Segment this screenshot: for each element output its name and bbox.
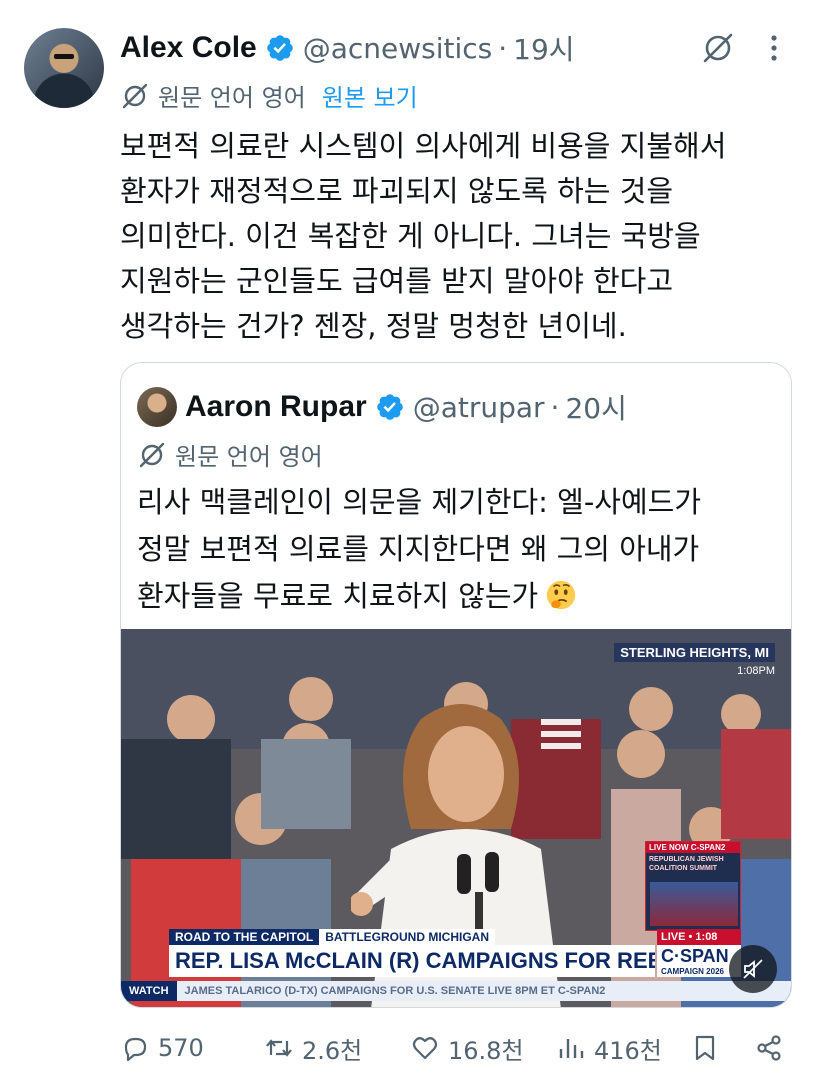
bookmark-button[interactable] xyxy=(690,1028,728,1068)
repost-button[interactable]: 2.6천 xyxy=(264,1028,362,1068)
quoted-line: 정말 보편적 의료를 지지한다면 왜 그의 아내가 xyxy=(137,532,700,566)
quoted-author-handle[interactable]: @atrupar xyxy=(413,391,545,424)
more-options-icon[interactable] xyxy=(760,32,788,64)
tweet-line: 보편적 의료란 시스템이 의사에게 비용을 지불해서 xyxy=(120,129,727,163)
separator-dot: · xyxy=(498,31,508,65)
verified-badge-icon xyxy=(266,35,293,61)
thinking-face-emoji-icon xyxy=(547,580,576,610)
author-avatar[interactable] xyxy=(24,28,104,108)
quoted-translation-label: 원문 언어 영어 xyxy=(175,443,323,471)
live-indicator: LIVE • 1:08 xyxy=(657,929,741,945)
quoted-tweet-text: 리사 맥클레인이 의문을 제기한다: 엘-사예드가 정말 보편적 의료를 지지한… xyxy=(137,479,777,620)
pip-live-label: LIVE NOW C-SPAN2 xyxy=(646,842,740,853)
tweet-text: 보편적 의료란 시스템이 의사에게 비용을 지불해서 환자가 재정적으로 파괴되… xyxy=(120,124,800,349)
location-time: 1:08PM xyxy=(614,665,775,677)
tweet-line: 환자가 재정적으로 파괴되지 않도록 하는 것을 xyxy=(120,174,674,208)
author-handle[interactable]: @acnewsitics xyxy=(303,32,493,65)
repost-count: 2.6천 xyxy=(302,1036,363,1065)
show-original-link[interactable]: 원본 보기 xyxy=(322,78,418,113)
tweet-header: Alex Cole @acnewsitics · 19시 xyxy=(120,28,575,68)
share-icon xyxy=(757,1035,781,1061)
separator-dot: · xyxy=(550,390,560,424)
news-ticker: WATCH JAMES TALARICO (D-TX) CAMPAIGNS FO… xyxy=(121,981,791,1001)
bookmark-icon xyxy=(695,1035,715,1061)
like-count: 16.8천 xyxy=(448,1036,524,1065)
views-button[interactable]: 416천 xyxy=(556,1028,662,1068)
quoted-author-avatar[interactable] xyxy=(137,387,177,427)
post-time[interactable]: 19시 xyxy=(513,28,574,68)
grok-icon[interactable] xyxy=(700,30,736,66)
embedded-video[interactable]: STERLING HEIGHTS, MI 1:08PM LIVE NOW C-S… xyxy=(121,629,791,1007)
quoted-line: 환자들을 무료로 치료하지 않는가 xyxy=(137,579,539,613)
heart-icon xyxy=(412,1037,438,1060)
chyron-top-bar: ROAD TO THE CAPITOL BATTLEGROUND MICHIGA… xyxy=(169,929,655,945)
ticker-label: WATCH xyxy=(121,981,177,1001)
author-name[interactable]: Alex Cole xyxy=(120,31,257,65)
quoted-post-time[interactable]: 20시 xyxy=(565,387,626,427)
quoted-tweet-card[interactable]: Aaron Rupar @atrupar · 20시 원문 언어 영어 리사 맥… xyxy=(120,362,792,1008)
location-tag: STERLING HEIGHTS, MI 1:08PM xyxy=(614,643,775,677)
pip-title: REPUBLICAN JEWISH COALITION SUMMIT xyxy=(649,856,724,872)
repost-icon xyxy=(266,1039,292,1057)
ticker-text: JAMES TALARICO (D-TX) CAMPAIGNS FOR U.S.… xyxy=(184,985,606,997)
translate-icon xyxy=(122,83,148,108)
tweet-line: 지원하는 군인들도 급여를 받지 말아야 한다고 xyxy=(120,264,674,298)
quoted-translation-row: 원문 언어 영어 xyxy=(137,437,323,472)
quoted-line-with-emoji: 환자들을 무료로 치료하지 않는가 xyxy=(137,573,777,620)
translation-label: 원문 언어 영어 xyxy=(158,84,306,112)
chyron-section-a: ROAD TO THE CAPITOL xyxy=(169,929,320,945)
reply-count: 570 xyxy=(158,1034,204,1062)
tweet-line: 의미한다. 이건 복잡한 게 아니다. 그녀는 국방을 xyxy=(120,219,701,253)
network-sub: CAMPAIGN 2026 xyxy=(661,967,724,976)
location-city: STERLING HEIGHTS, MI xyxy=(614,643,775,662)
tweet-line: 생각하는 건가? 젠장, 정말 멍청한 년이네. xyxy=(120,309,627,343)
lower-third-chyron: ROAD TO THE CAPITOL BATTLEGROUND MICHIGA… xyxy=(169,929,741,977)
quoted-tweet-header: Aaron Rupar @atrupar · 20시 xyxy=(185,387,627,427)
share-button[interactable] xyxy=(754,1028,792,1068)
translate-icon xyxy=(139,442,165,467)
views-count: 416천 xyxy=(594,1036,662,1065)
translation-row: 원문 언어 영어 원본 보기 xyxy=(120,78,418,113)
network-name: C·SPAN xyxy=(661,946,729,966)
reply-button[interactable]: 570 xyxy=(120,1028,204,1068)
views-chart-icon xyxy=(559,1039,584,1058)
clock-time: 1:08 xyxy=(737,665,759,677)
quoted-author-name[interactable]: Aaron Rupar xyxy=(185,390,367,424)
chyron-headline: REP. LISA McCLAIN (R) CAMPAIGNS FOR REEL… xyxy=(169,945,655,977)
chyron-section-b: BATTLEGROUND MICHIGAN xyxy=(319,929,495,945)
pip-image xyxy=(650,882,738,926)
mute-button[interactable] xyxy=(729,945,777,993)
action-bar: 570 2.6천 16.8천 416천 xyxy=(120,1028,790,1068)
quoted-line: 리사 맥클레인이 의문을 제기한다: 엘-사예드가 xyxy=(137,485,702,519)
picture-in-picture-preview: LIVE NOW C-SPAN2 REPUBLICAN JEWISH COALI… xyxy=(645,841,741,931)
verified-badge-icon xyxy=(376,394,403,420)
clock-suffix: PM xyxy=(758,665,776,677)
reply-icon xyxy=(124,1037,147,1062)
speaker-muted-icon xyxy=(743,959,763,979)
like-button[interactable]: 16.8천 xyxy=(410,1028,524,1068)
